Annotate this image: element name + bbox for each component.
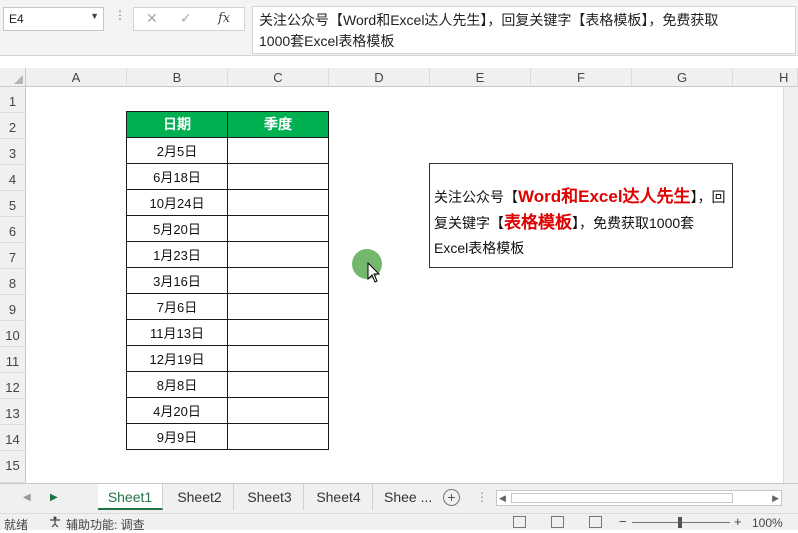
date-cell[interactable]: 5月20日 [126, 215, 228, 242]
name-box-value: E4 [9, 12, 24, 26]
row-header-3[interactable]: 3 [0, 139, 26, 165]
insert-function-icon[interactable]: fx [218, 11, 230, 26]
date-cell[interactable]: 2月5日 [126, 137, 228, 164]
cancel-icon[interactable]: ✕ [146, 10, 158, 27]
select-all-corner[interactable] [0, 68, 26, 87]
sheet-tab-bar: ◀ ▶ Sheet1 Sheet2 Sheet3 Sheet4 Shee ...… [0, 483, 798, 513]
tab-sheet5[interactable]: Shee ... [374, 484, 436, 510]
row-header-6[interactable]: 6 [0, 217, 26, 243]
quarter-cell[interactable] [227, 137, 329, 164]
tab-sheet2[interactable]: Sheet2 [166, 484, 234, 510]
column-header-a[interactable]: A [26, 68, 127, 87]
promo-textbox[interactable]: 关注公众号【Word和Excel达人先生】，回复关键字【表格模板】，免费获取10… [429, 163, 733, 268]
formula-bar-area: E4 ▼ ⋮ ✕ ✓ fx 关注公众号【Word和Excel达人先生】，回复关键… [0, 0, 798, 56]
quarter-cell[interactable] [227, 293, 329, 320]
scroll-thumb[interactable] [511, 493, 733, 503]
accessibility-status[interactable]: 辅助功能: 调查 [66, 516, 145, 533]
row-header-1[interactable]: 1 [0, 87, 26, 113]
formula-text-line2: 1000套Excel表格模板 [259, 33, 395, 49]
page-break-view-icon[interactable] [589, 516, 602, 528]
quarter-cell[interactable] [227, 163, 329, 190]
row-header-9[interactable]: 9 [0, 295, 26, 321]
quarter-cell[interactable] [227, 371, 329, 398]
row-header-2[interactable]: 2 [0, 113, 26, 139]
column-header-b[interactable]: B [127, 68, 228, 87]
status-bar: 就绪 辅助功能: 调查 − + 100% [0, 513, 798, 533]
previous-sheet-icon[interactable]: ◀ [23, 492, 31, 503]
promo-keyword: 表格模板 [504, 213, 572, 232]
date-cell[interactable]: 3月16日 [126, 267, 228, 294]
formula-text-line1: 关注公众号【Word和Excel达人先生】，回复关键字【表格模板】，免费获取 [259, 12, 719, 28]
status-ready: 就绪 [4, 518, 29, 532]
formula-input[interactable]: 关注公众号【Word和Excel达人先生】，回复关键字【表格模板】，免费获取 1… [252, 6, 796, 54]
horizontal-scrollbar[interactable]: ◀ ▶ [496, 490, 782, 506]
column-header-g[interactable]: G [632, 68, 733, 87]
quarter-cell[interactable] [227, 423, 329, 450]
date-cell[interactable]: 8月8日 [126, 371, 228, 398]
accessibility-icon[interactable] [49, 516, 61, 528]
column-header-c[interactable]: C [228, 68, 329, 87]
quarter-cell[interactable] [227, 189, 329, 216]
formula-buttons: ✕ ✓ fx [133, 7, 245, 31]
zoom-out-button[interactable]: − [619, 514, 627, 529]
row-header-15[interactable]: 15 [0, 451, 26, 483]
date-cell[interactable]: 1月23日 [126, 241, 228, 268]
row-header-7[interactable]: 7 [0, 243, 26, 269]
tab-sheet1[interactable]: Sheet1 [98, 484, 163, 510]
column-header-e[interactable]: E [430, 68, 531, 87]
date-cell[interactable]: 9月9日 [126, 423, 228, 450]
quarter-cell[interactable] [227, 241, 329, 268]
add-sheet-icon[interactable]: + [443, 489, 460, 506]
zoom-level[interactable]: 100% [752, 516, 783, 530]
quarter-cell[interactable] [227, 215, 329, 242]
zoom-in-button[interactable]: + [734, 514, 742, 529]
column-header-h[interactable]: H [733, 68, 798, 87]
promo-text-part1: 关注公众号【 [434, 189, 518, 205]
date-cell[interactable]: 7月6日 [126, 293, 228, 320]
row-header-13[interactable]: 13 [0, 399, 26, 425]
quarter-cell[interactable] [227, 267, 329, 294]
tab-sheet3[interactable]: Sheet3 [236, 484, 304, 510]
quarter-cell[interactable] [227, 345, 329, 372]
vertical-scrollbar[interactable] [783, 87, 798, 483]
row-header-10[interactable]: 10 [0, 321, 26, 347]
name-box[interactable]: E4 ▼ [3, 7, 104, 31]
date-cell[interactable]: 10月24日 [126, 189, 228, 216]
drag-handle-icon[interactable]: ⋮ [114, 8, 126, 22]
enter-icon[interactable]: ✓ [180, 10, 192, 27]
quarter-cell[interactable] [227, 319, 329, 346]
date-cell[interactable]: 4月20日 [126, 397, 228, 424]
quarter-cell[interactable] [227, 397, 329, 424]
normal-view-icon[interactable] [513, 516, 526, 528]
tab-sheet4[interactable]: Sheet4 [305, 484, 373, 510]
splitter-icon[interactable]: ⋮ [476, 490, 488, 504]
column-header-f[interactable]: F [531, 68, 632, 87]
page-layout-view-icon[interactable] [551, 516, 564, 528]
promo-account-name: Word和Excel达人先生 [518, 187, 691, 206]
chevron-down-icon[interactable]: ▼ [90, 11, 99, 21]
row-header-8[interactable]: 8 [0, 269, 26, 295]
table-header-quarter[interactable]: 季度 [227, 111, 329, 138]
row-header-4[interactable]: 4 [0, 165, 26, 191]
zoom-slider-thumb[interactable] [678, 517, 682, 528]
row-header-11[interactable]: 11 [0, 347, 26, 373]
mouse-pointer-icon [367, 262, 381, 283]
next-sheet-icon[interactable]: ▶ [50, 492, 58, 503]
row-header-5[interactable]: 5 [0, 191, 26, 217]
table-header-date[interactable]: 日期 [126, 111, 228, 138]
row-header-12[interactable]: 12 [0, 373, 26, 399]
column-header-d[interactable]: D [329, 68, 430, 87]
date-cell[interactable]: 12月19日 [126, 345, 228, 372]
date-cell[interactable]: 6月18日 [126, 163, 228, 190]
date-cell[interactable]: 11月13日 [126, 319, 228, 346]
row-header-14[interactable]: 14 [0, 425, 26, 451]
scroll-right-icon[interactable]: ▶ [772, 493, 779, 504]
scroll-left-icon[interactable]: ◀ [499, 493, 506, 504]
